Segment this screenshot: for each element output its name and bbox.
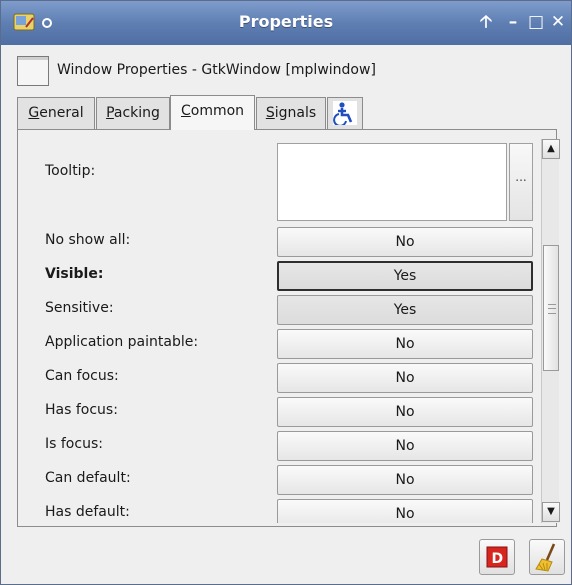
tab-mnemonic: C (180, 103, 191, 119)
properties-header: Window Properties - GtkWindow [mplwindow… (13, 56, 561, 88)
property-row: Sensitive: Yes (29, 293, 539, 327)
red-d-button[interactable]: D (479, 539, 515, 575)
tab-label: ignals (274, 105, 317, 121)
tab-packing[interactable]: Packing (96, 97, 170, 129)
accessibility-icon (333, 101, 357, 127)
tab-label: eneral (39, 105, 84, 121)
tab-mnemonic: S (265, 105, 275, 121)
tab-general[interactable]: General (17, 97, 95, 129)
visible-toggle[interactable]: Yes (277, 261, 533, 291)
property-row: Is focus: No (29, 429, 539, 463)
property-row: Has default: No (29, 497, 539, 523)
is-focus-toggle[interactable]: No (277, 431, 533, 461)
shade-button[interactable]: 🡡 (476, 10, 496, 34)
tab-label: ommon (190, 103, 245, 119)
tab-mnemonic: G (28, 105, 40, 121)
property-row: Can focus: No (29, 361, 539, 395)
tooltip-textarea[interactable] (277, 143, 507, 221)
property-label: No show all: (45, 232, 131, 248)
tooltip-label: Tooltip: (45, 163, 96, 179)
scroll-down-arrow-icon[interactable]: ▼ (542, 502, 560, 522)
property-label: Visible: (45, 266, 104, 282)
property-label: Application paintable: (45, 334, 199, 350)
tab-label: acking (113, 105, 160, 121)
scrollbar-thumb[interactable] (543, 245, 559, 371)
vertical-scrollbar[interactable]: ▲ ▼ (541, 139, 560, 523)
tooltip-row: Tooltip: ... (29, 139, 539, 223)
tab-common[interactable]: Common (170, 95, 255, 130)
can-focus-toggle[interactable]: No (277, 363, 533, 393)
has-default-toggle[interactable]: No (277, 499, 533, 523)
has-focus-toggle[interactable]: No (277, 397, 533, 427)
property-label: Can default: (45, 470, 131, 486)
property-row: No show all: No (29, 225, 539, 259)
minimize-button[interactable]: – (503, 10, 523, 34)
property-label: Has default: (45, 504, 130, 520)
tab-accessibility[interactable] (327, 97, 363, 129)
close-button[interactable]: ✕ (548, 10, 568, 34)
red-d-icon: D (486, 546, 508, 568)
property-list: Tooltip: ... No show all: No Visible: Ye… (29, 139, 539, 523)
red-d-letter: D (492, 551, 504, 567)
grip-icon (548, 304, 556, 314)
property-row: Application paintable: No (29, 327, 539, 361)
scroll-up-arrow-icon[interactable]: ▲ (542, 139, 560, 159)
app-paintable-toggle[interactable]: No (277, 329, 533, 359)
property-row: Visible: Yes (29, 259, 539, 293)
property-row: Can default: No (29, 463, 539, 497)
properties-window: Properties 🡡 – □ ✕ Window Properties - G… (0, 0, 572, 585)
property-label: Sensitive: (45, 300, 114, 316)
sensitive-toggle[interactable]: Yes (277, 295, 533, 325)
property-label: Has focus: (45, 402, 118, 418)
maximize-button[interactable]: □ (526, 10, 546, 34)
property-label: Is focus: (45, 436, 103, 452)
clear-button[interactable] (529, 539, 565, 575)
property-label: Can focus: (45, 368, 119, 384)
can-default-toggle[interactable]: No (277, 465, 533, 495)
tab-mnemonic: P (106, 105, 114, 121)
broom-icon (535, 543, 556, 572)
no-show-all-toggle[interactable]: No (277, 227, 533, 257)
header-title: Window Properties - GtkWindow [mplwindow… (57, 62, 376, 78)
title-bar[interactable]: Properties 🡡 – □ ✕ (1, 1, 571, 45)
property-row: Has focus: No (29, 395, 539, 429)
tooltip-edit-button[interactable]: ... (509, 143, 533, 221)
window-widget-icon (17, 56, 49, 86)
tab-signals[interactable]: Signals (256, 97, 326, 129)
